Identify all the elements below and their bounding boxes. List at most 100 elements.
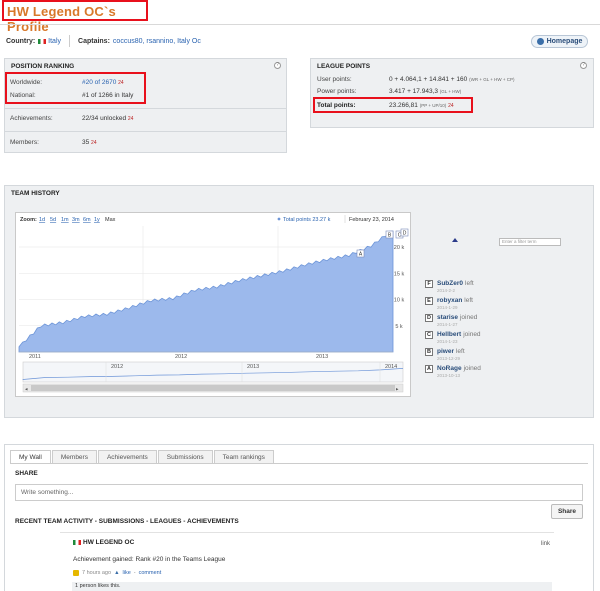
event-member[interactable]: SubZer0 left xyxy=(437,280,474,287)
zoom-option-6m[interactable]: 6m xyxy=(83,217,91,223)
navigator-tick-label: 2013 xyxy=(247,364,259,370)
zoom-option-5d[interactable]: 5d xyxy=(50,217,56,223)
team-history-title: TEAM HISTORY xyxy=(11,190,60,197)
post-divider xyxy=(60,532,554,533)
team-events-list: F SubZer0 left 2014-2-2 Erobyxan left 2014-1-2… xyxy=(425,279,565,381)
tab-my-wall[interactable]: My Wall xyxy=(10,450,51,463)
meta-separator xyxy=(69,35,71,47)
power-points-value: 3.417 + 17.943,3 (GL + HW) xyxy=(389,88,462,95)
event-date: 2014-1-23 xyxy=(437,339,458,344)
event-item: F SubZer0 left 2014-2-2 xyxy=(425,279,565,296)
event-date: 2014-1-29 xyxy=(437,305,458,310)
scrollbar-thumb[interactable] xyxy=(31,385,395,391)
navigator-frame xyxy=(22,361,404,383)
achievements-label: Achievements: xyxy=(10,115,53,122)
event-flag-badge[interactable]: B xyxy=(425,348,433,356)
zoom-option-1m[interactable]: 1m xyxy=(61,217,69,223)
zoom-label: Zoom: xyxy=(20,217,37,223)
x-tick-label: 2013 xyxy=(316,354,328,360)
italy-flag-icon xyxy=(38,38,47,44)
event-date: 2014-2-2 xyxy=(437,288,456,293)
event-item: A NoRage joined 2013-10-13 xyxy=(425,364,565,381)
filter-input[interactable]: Enter a filter term xyxy=(499,238,561,246)
achievements-value: 22/34 unlocked 24 xyxy=(82,115,134,122)
ranking-highlight-box xyxy=(5,72,146,104)
help-icon[interactable]: ? xyxy=(274,62,281,69)
post-meta: 7 hours ago ▲ like - comment xyxy=(73,570,161,576)
tab-achievements[interactable]: Achievements xyxy=(97,450,157,463)
user-points-value: 0 + 4.064,1 + 14.841 + 160 (WR + GL + HW… xyxy=(389,76,515,83)
chart-flag-label: D xyxy=(403,231,407,237)
tab-submissions[interactable]: Submissions xyxy=(157,450,213,463)
likes-summary: 1 person likes this. xyxy=(72,582,552,591)
league-points-title: LEAGUE POINTS xyxy=(317,63,371,70)
total-points-highlight-box xyxy=(313,97,473,113)
share-input[interactable]: Write something... xyxy=(15,484,583,501)
chart-plot: 5 k10 k15 k20 k2011 2012 2013AB C D xyxy=(18,226,409,360)
globe-icon xyxy=(536,38,544,45)
captains-label: Captains: xyxy=(78,37,110,45)
event-date: 2013-12-29 xyxy=(437,356,461,361)
x-tick-label: 2011 xyxy=(29,354,41,360)
total-points-area[interactable] xyxy=(18,230,394,353)
event-member[interactable]: NoRage joined xyxy=(437,365,481,372)
profile-title-box: HW Legend OC`s Profile xyxy=(2,0,148,34)
event-flag-badge[interactable]: C xyxy=(425,331,433,339)
zoom-option-1d[interactable]: 1d xyxy=(39,217,45,223)
zoom-row: Zoom: 1d 5d 1m 3m 6m 1y Max xyxy=(20,217,116,223)
scroll-up-arrow-icon[interactable] xyxy=(452,238,458,242)
y-tick-label: 5 k xyxy=(395,324,403,330)
post-author: HW LEGEND OC xyxy=(73,539,134,546)
tab-team-rankings[interactable]: Team rankings xyxy=(213,450,274,463)
event-item: Erobyxan left 2014-1-29 xyxy=(425,296,565,313)
members-label: Members: xyxy=(10,139,39,146)
event-flag-badge[interactable]: A xyxy=(425,365,433,373)
achievements-divider xyxy=(5,131,286,132)
tabs-underline xyxy=(10,463,588,464)
header-divider xyxy=(0,24,600,25)
chart-legend: Total points 23.27 k February 23, 2014 xyxy=(283,217,394,223)
chart-navigator[interactable]: 2012 2013 2014◂ ▸ xyxy=(22,361,404,393)
zoom-option-Max[interactable]: Max xyxy=(105,217,116,223)
chart-legend-total: Total points 23.27 k xyxy=(283,217,331,223)
event-date: 2014-1-27 xyxy=(437,322,458,327)
team-meta: Country: Italy Captains: coccus80, rsann… xyxy=(6,35,201,47)
homepage-label: Homepage xyxy=(546,38,583,45)
event-member[interactable]: starise joined xyxy=(437,314,477,321)
tab-members[interactable]: Members xyxy=(51,450,97,463)
zoom-option-1y[interactable]: 1y xyxy=(94,217,100,223)
y-tick-label: 20 k xyxy=(394,245,405,251)
page-title: HW Legend OC`s Profile xyxy=(7,4,116,34)
event-item: Bpiwer left 2013-12-29 xyxy=(425,347,565,364)
share-button[interactable]: Share xyxy=(551,504,583,519)
event-date: 2013-10-13 xyxy=(437,373,461,378)
help-icon[interactable]: ? xyxy=(580,62,587,69)
x-tick-label: 2012 xyxy=(175,354,187,360)
event-flag-badge[interactable]: D xyxy=(425,314,433,322)
like-link[interactable]: like xyxy=(123,570,131,576)
ranking-divider xyxy=(5,108,286,109)
italy-flag-icon xyxy=(73,540,81,545)
event-flag-badge[interactable]: E xyxy=(425,297,433,305)
user-points-label: User points: xyxy=(317,76,352,83)
homepage-button[interactable]: Homepage xyxy=(531,35,588,48)
zoom-option-3m[interactable]: 3m xyxy=(72,217,80,223)
y-tick-label: 15 k xyxy=(394,271,405,277)
event-flag-badge[interactable]: F xyxy=(425,280,433,288)
navigator-tick-label: 2012 xyxy=(111,364,123,370)
captains-links[interactable]: coccus80, rsannino, Italy Oc xyxy=(113,38,201,45)
power-points-label: Power points: xyxy=(317,88,357,95)
country-link[interactable]: Italy xyxy=(48,38,61,45)
legend-marker xyxy=(277,217,281,221)
post-permalink[interactable]: link xyxy=(541,541,550,547)
event-item: C Hellbert joined 2014-1-23 xyxy=(425,330,565,347)
recent-activity-title: RECENT TEAM ACTIVITY - SUBMISSIONS - LEA… xyxy=(15,518,239,525)
event-member[interactable]: Hellbert joined xyxy=(437,331,481,338)
event-member[interactable]: piwer left xyxy=(437,348,465,355)
thumbs-up-icon: ▲ xyxy=(114,570,120,576)
team-history-chart[interactable]: Zoom: 1d 5d 1m 3m 6m 1y Max Total points 23.27… xyxy=(15,212,411,397)
event-member[interactable]: robyxan left xyxy=(437,297,473,304)
comment-link[interactable]: comment xyxy=(139,570,162,576)
country-label: Country: xyxy=(6,37,36,45)
y-tick-label: 10 k xyxy=(394,298,405,304)
